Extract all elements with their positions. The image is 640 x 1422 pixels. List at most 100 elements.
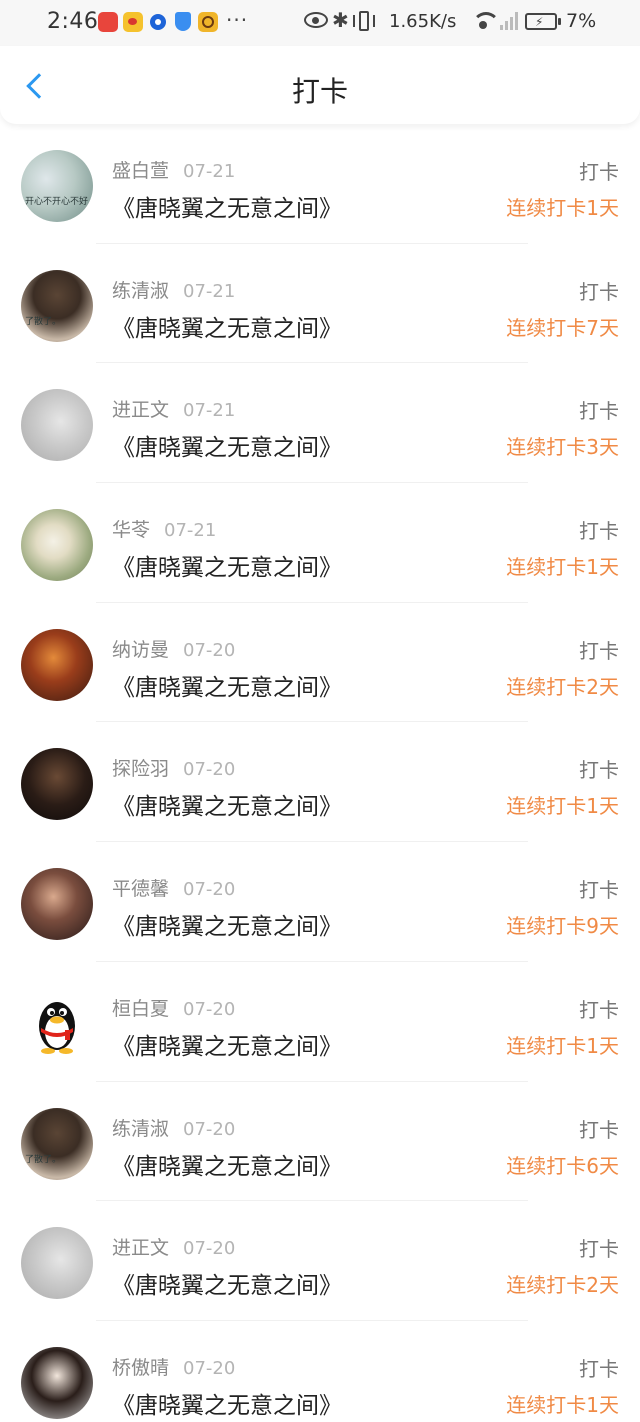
user-name: 盛白萱 07-21 <box>112 156 235 183</box>
streak-text: 连续打卡1天 <box>506 1392 619 1417</box>
list-item[interactable]: 了散了。 练清淑 07-21 《唐晓翼之无意之间》 打卡 连续打卡7天 <box>0 244 640 364</box>
list-item[interactable]: 探险羽 07-20 《唐晓翼之无意之间》 打卡 连续打卡1天 <box>0 722 640 843</box>
streak-text: 连续打卡1天 <box>506 196 619 220</box>
book-title: 《唐晓翼之无意之间》 <box>112 1033 342 1060</box>
avatar[interactable]: 了散了。 <box>21 1107 93 1180</box>
user-name-text: 平德馨 <box>112 878 170 901</box>
avatar[interactable]: 了散了。 <box>21 269 93 342</box>
checkin-label: 打卡 <box>579 1237 619 1262</box>
user-name: 练清淑 07-21 <box>112 276 235 303</box>
streak-text: 连续打卡2天 <box>506 1273 619 1298</box>
signal-icon <box>500 12 518 30</box>
weibo-icon <box>123 12 143 32</box>
book-title: 《唐晓翼之无意之间》 <box>112 435 342 462</box>
avatar-caption: 了散了。 <box>25 316 62 327</box>
battery-icon: ⚡ <box>525 13 561 30</box>
book-title: 《唐晓翼之无意之间》 <box>112 555 342 582</box>
user-name-text: 华苓 <box>112 519 151 542</box>
avatar-caption: 开心不开心不好 <box>25 197 89 207</box>
avatar[interactable] <box>21 987 93 1060</box>
user-name: 进正文 07-20 <box>112 1233 235 1260</box>
book-title: 《唐晓翼之无意之间》 <box>112 1392 342 1419</box>
checkin-date: 07-21 <box>183 400 236 422</box>
streak-text: 连续打卡9天 <box>506 914 619 939</box>
bluetooth-icon: ✱ <box>332 8 349 32</box>
checkin-label: 打卡 <box>579 878 619 903</box>
avatar[interactable] <box>21 1346 93 1419</box>
avatar[interactable] <box>21 1227 93 1300</box>
user-name: 平德馨 07-20 <box>112 874 235 901</box>
checkin-date: 07-20 <box>183 639 236 661</box>
avatar[interactable] <box>21 628 93 701</box>
list-item[interactable]: 平德馨 07-20 《唐晓翼之无意之间》 打卡 连续打卡9天 <box>0 842 640 962</box>
streak-text: 连续打卡1天 <box>506 1033 619 1058</box>
user-name-text: 桓白夏 <box>112 997 170 1020</box>
streak-text: 连续打卡3天 <box>506 435 619 460</box>
checkin-label: 打卡 <box>579 399 619 424</box>
checkin-date: 07-20 <box>183 1238 236 1260</box>
checkin-date: 07-20 <box>183 1118 236 1140</box>
app-store-icon <box>98 12 118 32</box>
user-name: 探险羽 07-20 <box>112 754 235 781</box>
checkin-date: 07-20 <box>183 759 236 781</box>
avatar[interactable] <box>21 868 93 941</box>
nav-bar: 打卡 <box>0 46 640 124</box>
avatar[interactable] <box>21 748 93 821</box>
avatar[interactable]: 开心不开心不好 <box>21 150 93 222</box>
list-item[interactable]: 进正文 07-21 《唐晓翼之无意之间》 打卡 连续打卡3天 <box>0 363 640 484</box>
wifi-icon <box>472 12 500 30</box>
user-name: 华苓 07-21 <box>112 515 216 542</box>
avatar-caption: 了散了。 <box>25 1154 62 1165</box>
user-name: 进正文 07-21 <box>112 395 235 422</box>
checkin-label: 打卡 <box>579 519 619 544</box>
status-bar: 2:46 ··· ✱ 1.65K/s ⚡ 7% <box>0 0 640 46</box>
user-name-text: 桥傲晴 <box>112 1356 170 1379</box>
user-name-text: 练清淑 <box>112 279 170 302</box>
list-item[interactable]: 了散了。 练清淑 07-20 《唐晓翼之无意之间》 打卡 连续打卡6天 <box>0 1082 640 1202</box>
eye-icon <box>304 12 328 28</box>
user-name: 桥傲晴 07-20 <box>112 1353 235 1380</box>
list-item[interactable]: 桥傲晴 07-20 《唐晓翼之无意之间》 打卡 连续打卡1天 <box>0 1321 640 1422</box>
user-name-text: 进正文 <box>112 1237 170 1260</box>
vibrate-icon <box>353 11 375 31</box>
book-title: 《唐晓翼之无意之间》 <box>112 1153 342 1180</box>
book-title: 《唐晓翼之无意之间》 <box>112 794 342 821</box>
page-title: 打卡 <box>291 75 348 108</box>
qq-penguin-icon <box>39 1001 75 1054</box>
checkin-label: 打卡 <box>579 160 619 184</box>
checkin-date: 07-21 <box>164 520 217 542</box>
book-title: 《唐晓翼之无意之间》 <box>112 196 342 222</box>
user-name-text: 盛白萱 <box>112 160 170 182</box>
checkin-label: 打卡 <box>579 1117 619 1142</box>
checkin-label: 打卡 <box>579 279 619 304</box>
checkin-date: 07-20 <box>183 1357 236 1379</box>
status-time: 2:46 <box>47 9 99 34</box>
user-name: 纳访曼 07-20 <box>112 635 235 662</box>
streak-text: 连续打卡1天 <box>506 555 619 580</box>
book-title: 《唐晓翼之无意之间》 <box>112 674 342 701</box>
user-name-text: 进正文 <box>112 399 170 422</box>
book-title: 《唐晓翼之无意之间》 <box>112 914 342 941</box>
checkin-label: 打卡 <box>579 1356 619 1381</box>
list-item[interactable]: 进正文 07-20 《唐晓翼之无意之间》 打卡 连续打卡2天 <box>0 1201 640 1321</box>
list-item[interactable]: 华苓 07-21 《唐晓翼之无意之间》 打卡 连续打卡1天 <box>0 483 640 603</box>
streak-text: 连续打卡6天 <box>506 1153 619 1178</box>
list-item[interactable]: 开心不开心不好 盛白萱 07-21 《唐晓翼之无意之间》 打卡 连续打卡1天 <box>0 124 640 244</box>
book-title: 《唐晓翼之无意之间》 <box>112 1273 342 1300</box>
network-speed: 1.65K/s <box>389 11 457 32</box>
checkin-label: 打卡 <box>579 638 619 663</box>
user-name-text: 探险羽 <box>112 758 170 781</box>
list-item[interactable]: 纳访曼 07-20 《唐晓翼之无意之间》 打卡 连续打卡2天 <box>0 603 640 723</box>
book-title: 《唐晓翼之无意之间》 <box>112 315 342 342</box>
checkin-date: 07-20 <box>183 879 236 901</box>
avatar[interactable] <box>21 509 93 582</box>
checkin-date: 07-20 <box>183 998 236 1020</box>
list-item[interactable]: 桓白夏 07-20 《唐晓翼之无意之间》 打卡 连续打卡1天 <box>0 962 640 1082</box>
user-name: 桓白夏 07-20 <box>112 994 235 1021</box>
checkin-label: 打卡 <box>579 997 619 1022</box>
user-name-text: 纳访曼 <box>112 638 170 661</box>
checkin-date: 07-21 <box>183 280 236 302</box>
app-icon <box>198 12 218 32</box>
checkin-label: 打卡 <box>579 758 619 783</box>
avatar[interactable] <box>21 389 93 462</box>
